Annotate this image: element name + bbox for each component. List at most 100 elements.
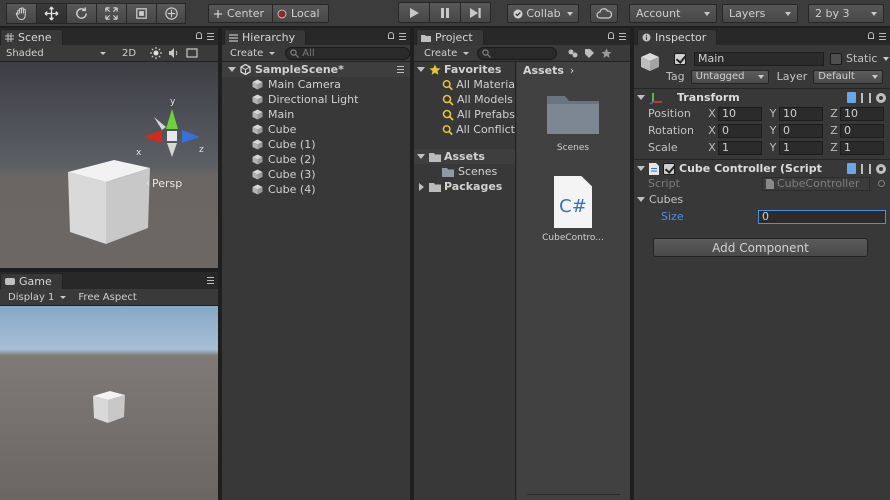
array-size-input[interactable]: 0 [758,209,886,224]
packages-row[interactable]: Packages [414,179,515,194]
breadcrumb-assets[interactable]: Assets [523,64,564,77]
asset-child-folder[interactable]: Scenes [414,164,515,179]
filter-by-label-icon[interactable] [584,48,595,59]
transform-x-input[interactable]: 10 [718,106,762,121]
layout-dropdown[interactable]: 2 by 3 [808,4,884,23]
orientation-gizmo[interactable] [140,103,204,167]
transform-z-input[interactable]: 1 [840,140,884,155]
thumbnail-size-slider[interactable] [527,494,620,500]
menu-icon[interactable] [619,33,626,40]
preset-sliders-icon[interactable] [861,93,871,103]
image-effects-icon[interactable] [186,47,198,59]
hierarchy-item[interactable]: Cube (4) [222,182,410,197]
transform-x-input[interactable]: 0 [718,123,762,138]
help-book-icon[interactable] [847,92,856,103]
shading-mode-dropdown[interactable]: Shaded [6,48,116,59]
axis-x-label[interactable]: X [706,141,718,154]
asset-folder-scenes[interactable]: Scenes [535,90,611,153]
pause-button[interactable] [429,2,460,23]
favorites-row[interactable]: Favorites [414,62,515,77]
collapse-arrow-icon[interactable] [419,182,424,191]
asset-script-cubecontroller[interactable]: C# CubeContro... [535,176,611,243]
collab-dropdown[interactable]: Collab [507,4,579,23]
favorite-search-item[interactable]: All Prefabs [414,107,515,122]
favorite-search-item[interactable]: All Materia [414,77,515,92]
account-dropdown[interactable]: Account [629,4,717,23]
pivot-space-button[interactable]: Local [273,4,329,23]
expand-arrow-icon[interactable] [637,197,645,202]
axis-z-label[interactable]: Z [828,107,840,120]
expand-arrow-icon[interactable] [637,95,645,100]
transform-tool-button[interactable] [156,3,186,24]
expand-arrow-icon[interactable] [417,154,425,159]
axis-y-label[interactable]: Y [767,124,779,137]
hierarchy-item[interactable]: Cube (1) [222,137,410,152]
rotate-tool-button[interactable] [66,3,96,24]
hierarchy-item[interactable]: Directional Light [222,92,410,107]
axis-z-label[interactable]: Z [828,141,840,154]
step-button[interactable] [460,2,491,23]
hierarchy-item[interactable]: Cube [222,122,410,137]
scale-tool-button[interactable] [96,3,126,24]
help-book-icon[interactable] [847,163,856,174]
transform-y-input[interactable]: 0 [779,123,823,138]
gear-icon[interactable] [876,93,886,103]
transform-z-input[interactable]: 10 [840,106,884,121]
tab-scene[interactable]: Scene [0,29,63,45]
active-checkbox[interactable] [674,52,686,65]
menu-icon[interactable] [879,33,886,40]
game-viewport[interactable] [0,306,218,500]
hierarchy-item[interactable]: Main Camera [222,77,410,92]
lock-icon[interactable] [608,32,614,39]
assets-row[interactable]: Assets [414,149,515,164]
expand-arrow-icon[interactable] [228,67,236,72]
layers-dropdown[interactable]: Layers [722,4,798,23]
scene-root-row[interactable]: SampleScene* [222,62,410,77]
hierarchy-search-input[interactable]: All [285,46,410,60]
cloud-button[interactable] [590,4,618,23]
axis-x-label[interactable]: X [706,124,718,137]
tab-project[interactable]: Project [416,29,484,45]
tab-game[interactable]: Game [0,273,63,289]
axis-z-label[interactable]: Z [828,124,840,137]
tab-hierarchy[interactable]: Hierarchy [224,29,307,45]
move-tool-button[interactable] [36,3,66,24]
expand-arrow-icon[interactable] [417,67,425,72]
pivot-mode-button[interactable]: Center [208,4,274,23]
project-create-dropdown[interactable]: Create [424,48,470,59]
cubes-array-row[interactable]: Cubes [634,191,890,208]
favorite-star-icon[interactable] [601,48,612,59]
hierarchy-item[interactable]: Main [222,107,410,122]
projection-mode-label[interactable]: Persp [152,177,182,190]
hierarchy-item[interactable]: Cube (2) [222,152,410,167]
transform-y-input[interactable]: 10 [779,106,823,121]
lock-icon[interactable] [868,32,874,39]
scene-menu-icon[interactable] [397,66,404,73]
menu-icon[interactable] [207,277,214,284]
hierarchy-create-dropdown[interactable]: Create [230,48,276,59]
static-dropdown-arrow-icon[interactable] [883,56,890,61]
static-checkbox[interactable] [830,52,842,65]
transform-x-input[interactable]: 1 [718,140,762,155]
aspect-dropdown[interactable]: Free Aspect [78,292,136,303]
tag-dropdown[interactable]: Untagged [690,69,769,84]
component-enabled-checkbox[interactable] [663,162,675,175]
2d-toggle[interactable]: 2D [122,48,136,59]
hand-tool-button[interactable] [6,3,36,24]
play-button[interactable] [398,2,429,23]
display-dropdown[interactable]: Display 1 [8,292,67,303]
scene-viewport[interactable]: y x z Persp ‹ [0,62,218,268]
menu-icon[interactable] [399,33,406,40]
favorite-search-item[interactable]: All Models [414,92,515,107]
object-name-input[interactable]: Main [694,51,824,66]
project-search-input[interactable] [477,46,558,60]
audio-speaker-icon[interactable] [168,47,180,59]
axis-y-label[interactable]: Y [767,141,779,154]
transform-y-input[interactable]: 1 [779,140,823,155]
scene-cube[interactable] [66,158,156,244]
tab-inspector[interactable]: Inspector [637,29,718,45]
hierarchy-item[interactable]: Cube (3) [222,167,410,182]
axis-x-label[interactable]: X [706,107,718,120]
transform-z-input[interactable]: 0 [840,123,884,138]
lighting-sun-icon[interactable] [150,47,163,59]
